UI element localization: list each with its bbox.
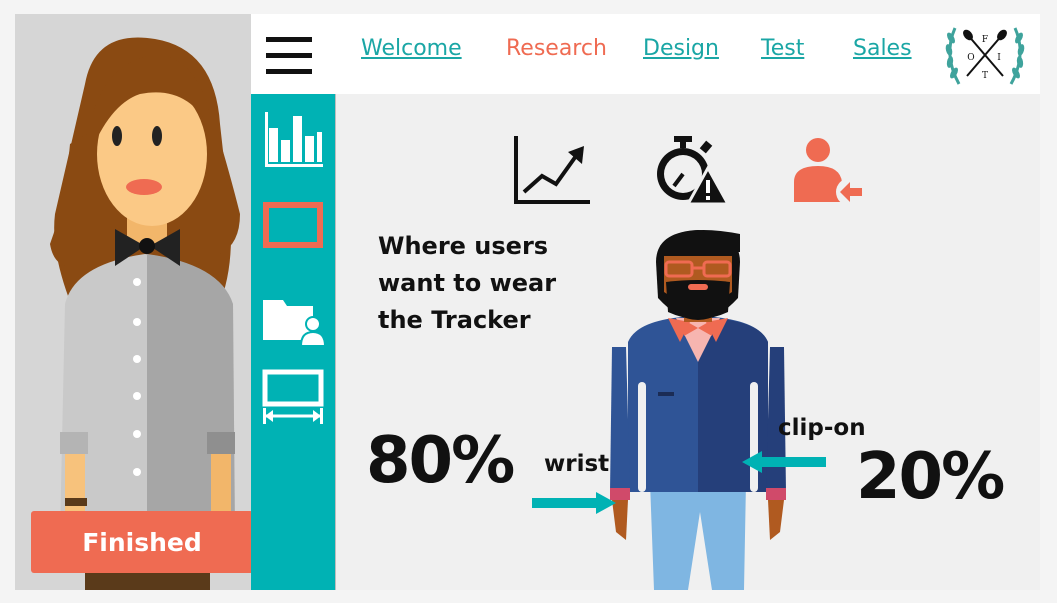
clip-on-percent: 20% xyxy=(856,440,1005,514)
user-arrow-icon xyxy=(794,138,864,206)
screen-rectangle-icon[interactable] xyxy=(261,196,325,260)
research-content: Where users want to wear the Tracker 80%… xyxy=(335,94,1040,590)
finished-button[interactable]: Finished xyxy=(31,511,251,573)
app-frame: Finished Welcome Research Design Test Sa… xyxy=(15,14,1040,590)
bar-chart-icon[interactable] xyxy=(261,106,325,170)
logo-letter-f: F xyxy=(982,35,988,45)
persona-illustration xyxy=(50,37,240,590)
user-folder-icon[interactable] xyxy=(261,284,327,348)
top-navigation-bar: Welcome Research Design Test Sales F O I… xyxy=(251,14,1040,95)
nav-link-test[interactable]: Test xyxy=(761,36,804,61)
width-measure-icon[interactable] xyxy=(261,366,325,430)
wrist-percent: 80% xyxy=(366,424,515,498)
logo-letter-t: T xyxy=(982,71,988,81)
nav-link-welcome[interactable]: Welcome xyxy=(361,36,462,61)
user-figure-illustration xyxy=(610,230,786,590)
logo-letter-i: I xyxy=(997,53,1001,63)
wrist-label: wrist xyxy=(544,451,610,477)
research-question: Where users want to wear the Tracker xyxy=(378,232,557,334)
stopwatch-warning-icon xyxy=(657,136,731,206)
line-chart-icon xyxy=(514,136,590,204)
persona-panel: Finished xyxy=(15,14,251,590)
hamburger-icon[interactable] xyxy=(266,37,312,75)
clip-on-label: clip-on xyxy=(778,415,866,441)
nav-link-research[interactable]: Research xyxy=(506,36,607,61)
arrow-right-icon xyxy=(532,492,616,514)
arrow-left-icon xyxy=(742,451,826,473)
logo-letter-o: O xyxy=(967,53,974,63)
nav-link-design[interactable]: Design xyxy=(643,36,719,61)
nav-link-sales[interactable]: Sales xyxy=(853,36,912,61)
fiot-logo: F O I T xyxy=(945,27,1025,85)
side-toolbar xyxy=(251,94,335,590)
